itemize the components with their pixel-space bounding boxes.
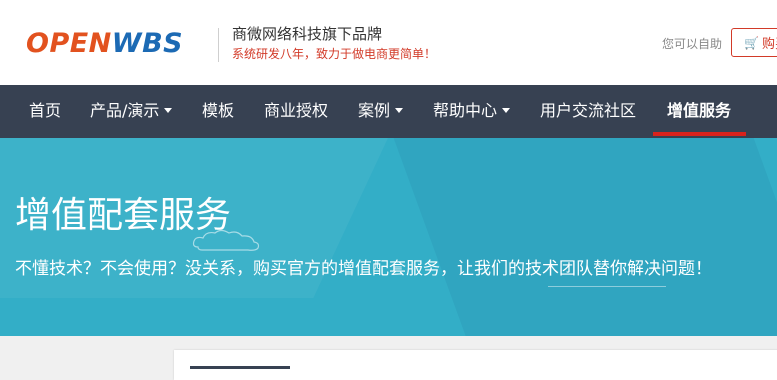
brand-slogan: 系统研发八年，致力于做电商更简单！ xyxy=(232,47,437,61)
nav-active-indicator xyxy=(653,132,746,136)
nav-item-label: 增值服务 xyxy=(667,101,732,120)
nav-item-cases[interactable]: 案例 xyxy=(358,85,404,138)
site-header: OPEN WBS 商微网络科技旗下品牌 系统研发八年，致力于做电商更简单！ 您可以… xyxy=(0,0,777,85)
service-card xyxy=(174,350,777,380)
caret-down-icon xyxy=(395,108,404,113)
nav-item-label: 首页 xyxy=(29,101,62,120)
buy-button[interactable]: 🛒 购买 xyxy=(731,28,777,57)
main-nav: 首页 产品/演示 模板 商业授权 案例 帮助中心 用户交流社区 增值服务 xyxy=(0,85,777,138)
brand-tagline: 商微网络科技旗下品牌 xyxy=(232,25,383,43)
nav-item-label: 产品/演示 xyxy=(90,101,160,120)
banner-subtitle: 不懂技术？不会使用？没关系，购买官方的增值配套服务，让我们的技术团队替你解决问题… xyxy=(15,259,712,279)
nav-item-templates[interactable]: 模板 xyxy=(202,85,234,138)
content-area xyxy=(0,336,777,380)
nav-item-label: 用户交流社区 xyxy=(540,101,637,120)
caret-down-icon xyxy=(164,108,173,113)
nav-item-community[interactable]: 用户交流社区 xyxy=(540,85,636,138)
caret-down-icon xyxy=(502,108,511,113)
header-divider xyxy=(218,28,219,62)
nav-item-products[interactable]: 产品/演示 xyxy=(90,85,173,138)
self-service-text: 您可以自助 xyxy=(662,37,723,51)
nav-item-license[interactable]: 商业授权 xyxy=(264,85,328,138)
nav-item-label: 案例 xyxy=(358,101,391,120)
nav-item-label: 模板 xyxy=(202,101,235,120)
hero-banner: 增值配套服务 不懂技术？不会使用？没关系，购买官方的增值配套服务，让我们的技术团… xyxy=(0,138,777,336)
nav-item-home[interactable]: 首页 xyxy=(29,85,61,138)
cloud-icon xyxy=(192,229,260,251)
nav-item-label: 帮助中心 xyxy=(433,101,498,120)
logo-text-wbs: WBS xyxy=(111,28,184,59)
openwbs-logo[interactable]: OPEN WBS xyxy=(26,28,183,60)
buy-button-label: 购买 xyxy=(761,37,777,52)
logo-text-open: OPEN xyxy=(26,28,112,59)
banner-decor-line xyxy=(548,286,666,287)
cart-icon: 🛒 xyxy=(744,35,759,50)
banner-shade xyxy=(393,138,777,336)
nav-item-label: 商业授权 xyxy=(264,101,329,120)
nav-item-value-added[interactable]: 增值服务 xyxy=(667,85,731,138)
nav-item-help-center[interactable]: 帮助中心 xyxy=(433,85,511,138)
